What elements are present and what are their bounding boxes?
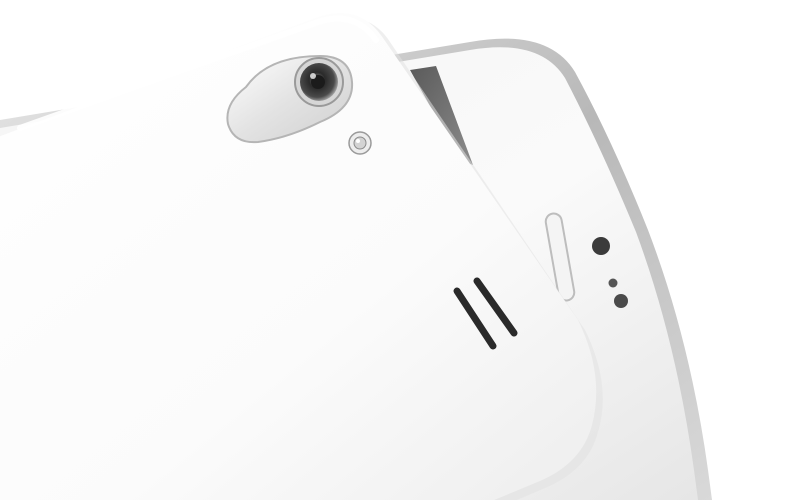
front-camera-icon — [592, 237, 610, 255]
product-photo — [0, 0, 800, 500]
flash-icon — [348, 131, 372, 155]
lens-reflection — [310, 73, 316, 79]
sensor-dot-top — [608, 278, 618, 288]
sensor-dot-bottom — [614, 294, 628, 308]
